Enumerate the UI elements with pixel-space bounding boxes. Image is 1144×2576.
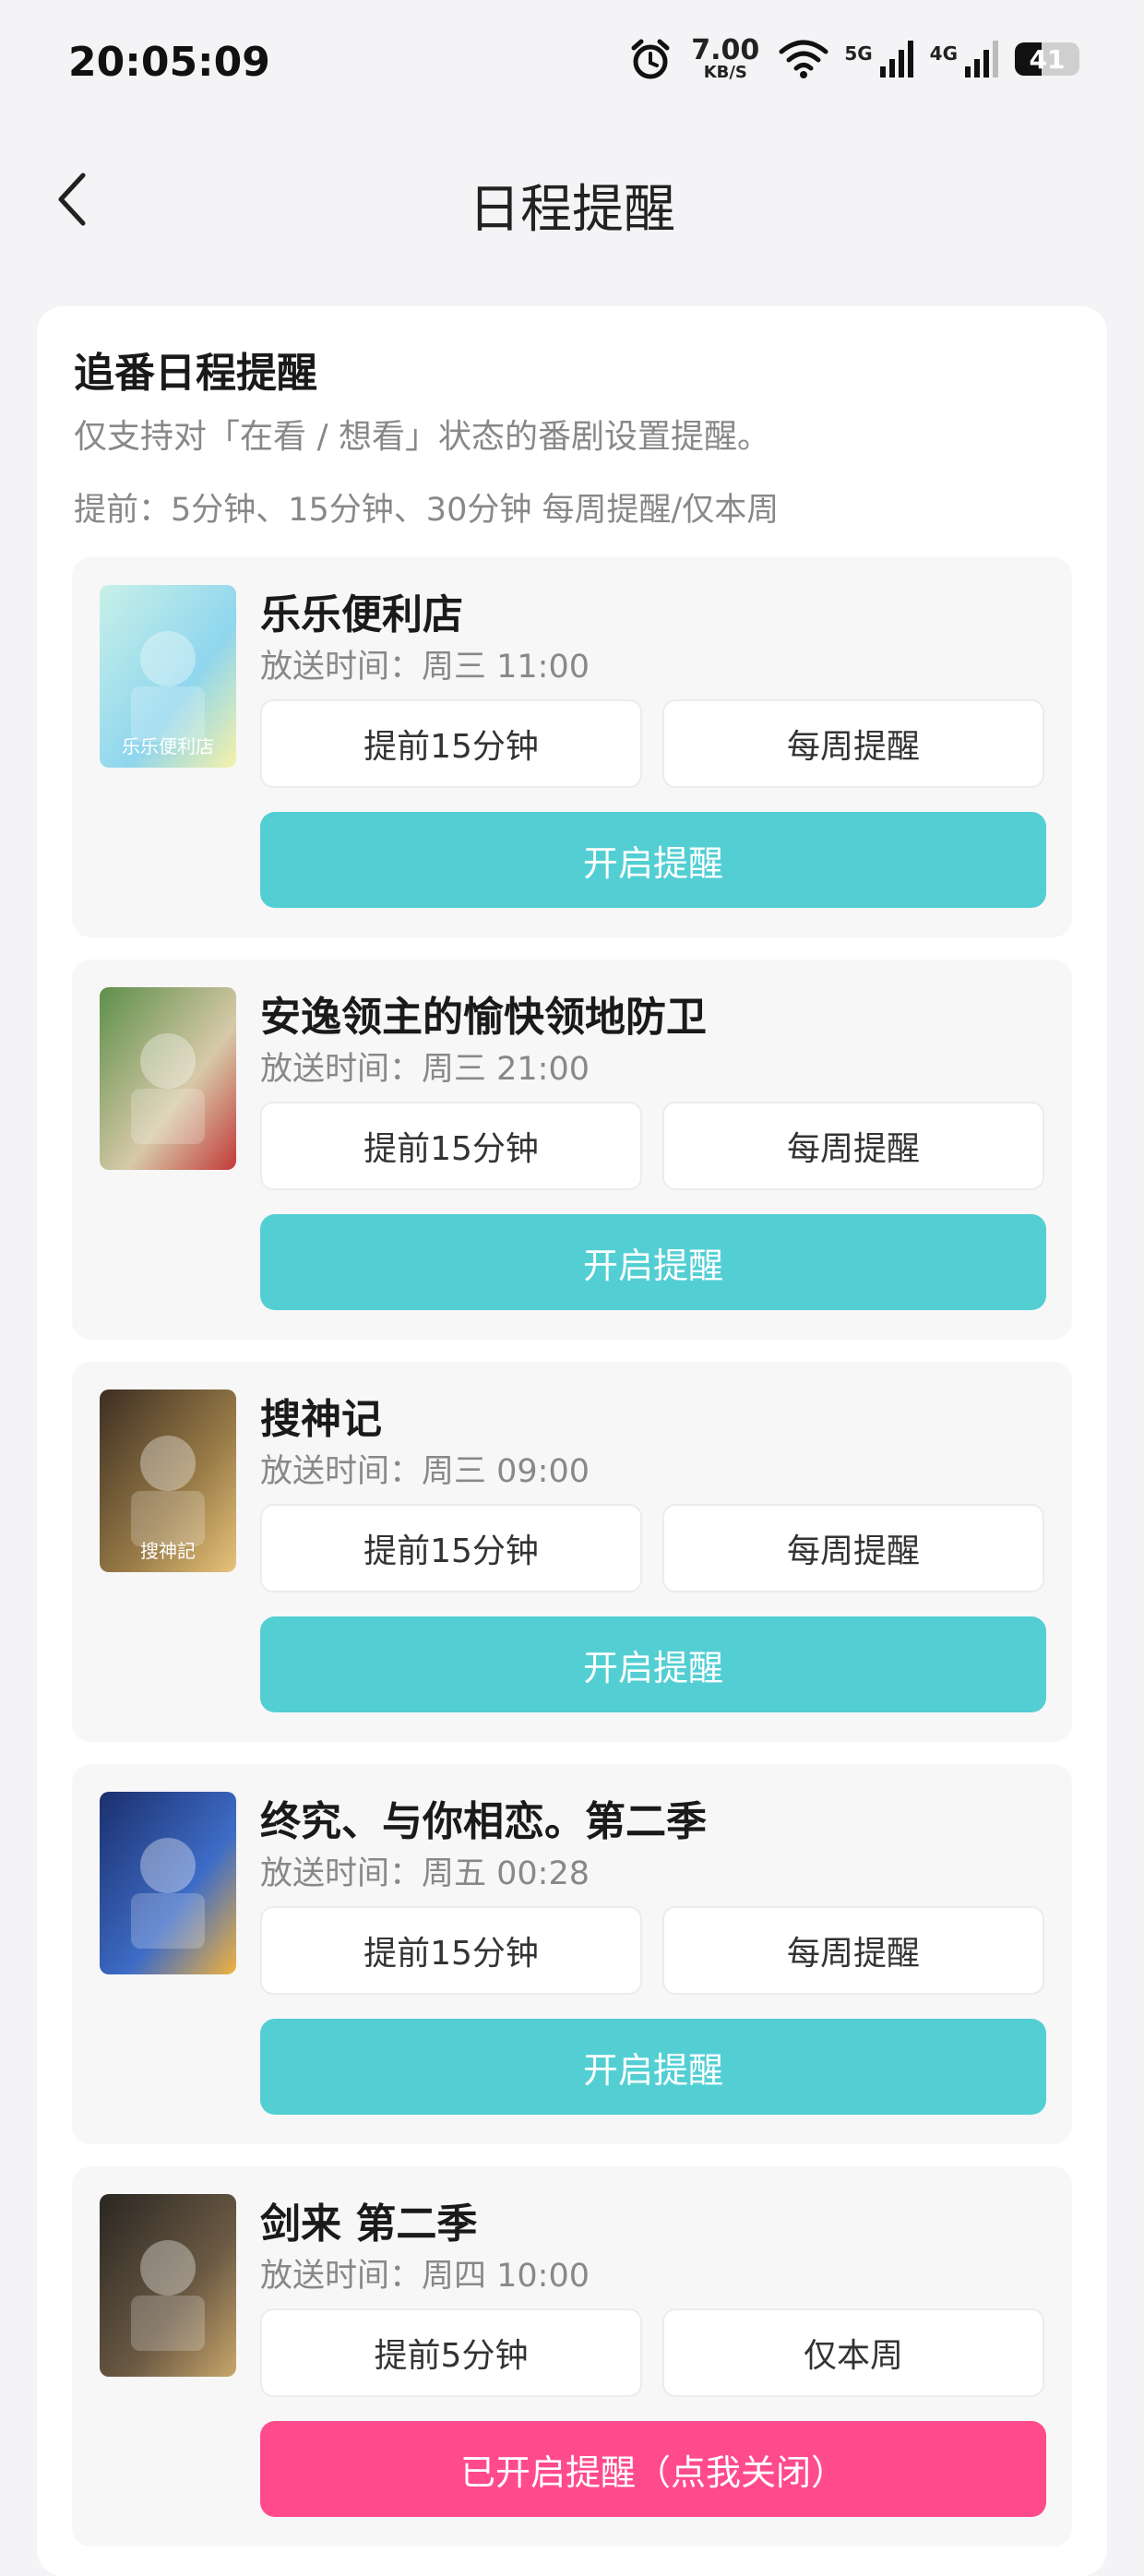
battery-icon: 41 bbox=[1015, 42, 1079, 76]
signal2-label: 4G bbox=[929, 42, 958, 65]
signal-icon bbox=[879, 41, 913, 78]
net-speed: 7.00 KB/S bbox=[691, 37, 759, 81]
page-title: 日程提醒 bbox=[469, 180, 675, 240]
show-cover bbox=[100, 2194, 236, 2377]
advance-option-button[interactable]: 提前15分钟 bbox=[260, 1102, 642, 1190]
show-name: 乐乐便利店 bbox=[260, 591, 463, 638]
panel-note: 提前：5分钟、15分钟、30分钟 每周提醒/仅本周 bbox=[74, 492, 780, 529]
show-cover: 乐乐便利店 bbox=[100, 585, 236, 768]
show-cover bbox=[100, 987, 236, 1170]
net-speed-unit: KB/S bbox=[703, 63, 747, 82]
show-name: 搜神记 bbox=[260, 1396, 382, 1443]
net-speed-value: 7.00 bbox=[691, 34, 760, 66]
show-name: 安逸领主的愉快领地防卫 bbox=[260, 994, 707, 1041]
show-airtime: 放送时间：周三 09:00 bbox=[260, 1453, 590, 1490]
show-card: 搜神記 搜神记放送时间：周三 09:00 提前15分钟 每周提醒开启提醒 bbox=[72, 1362, 1072, 1742]
show-card: 剑来 第二季放送时间：周四 10:00 提前5分钟 仅本周已开启提醒（点我关闭） bbox=[72, 2166, 1072, 2546]
enable-reminder-button[interactable]: 开启提醒 bbox=[260, 1616, 1046, 1712]
signal-icon bbox=[965, 41, 998, 78]
advance-option-button[interactable]: 提前15分钟 bbox=[260, 699, 642, 788]
show-card: 乐乐便利店 乐乐便利店 放送时间：周三 11:00 提前15分钟 每周提醒 开启提醒 bbox=[72, 557, 1072, 937]
svg-text:搜神記: 搜神記 bbox=[140, 1540, 196, 1562]
repeat-option-button[interactable]: 每周提醒 bbox=[662, 1504, 1044, 1592]
alarm-icon bbox=[631, 39, 670, 79]
enable-reminder-button[interactable]: 开启提醒 bbox=[260, 812, 1046, 908]
panel-title: 追番日程提醒 bbox=[74, 350, 317, 397]
enable-reminder-button[interactable]: 开启提醒 bbox=[260, 2019, 1046, 2115]
show-card: 安逸领主的愉快领地防卫放送时间：周三 21:00 提前15分钟 每周提醒开启提醒 bbox=[72, 960, 1072, 1340]
status-icons: 7.00 KB/S 5G 4G 41 bbox=[628, 37, 1079, 81]
advance-option-button[interactable]: 提前15分钟 bbox=[260, 1504, 642, 1592]
advance-option-button[interactable]: 提前15分钟 bbox=[260, 1906, 642, 1995]
advance-option-button[interactable]: 提前5分钟 bbox=[260, 2308, 642, 2397]
signal1-label: 5G bbox=[844, 42, 873, 65]
show-airtime: 放送时间：周五 00:28 bbox=[260, 1855, 590, 1892]
show-cover: 搜神記 bbox=[100, 1389, 236, 1572]
show-airtime: 放送时间：周三 11:00 bbox=[260, 649, 590, 686]
show-name: 终究、与你相恋。第二季 bbox=[260, 1798, 707, 1845]
nav-bar: 日程提醒 bbox=[0, 157, 1144, 240]
repeat-option-button[interactable]: 每周提醒 bbox=[662, 699, 1044, 788]
show-airtime: 放送时间：周四 10:00 bbox=[260, 2258, 590, 2295]
show-name: 剑来 第二季 bbox=[260, 2200, 478, 2248]
status-bar: 20:05:09 7.00 KB/S 5G 4G 41 bbox=[0, 0, 1144, 138]
panel-subtitle: 仅支持对「在看 / 想看」状态的番剧设置提醒。 bbox=[74, 418, 771, 456]
reminder-panel: 追番日程提醒 仅支持对「在看 / 想看」状态的番剧设置提醒。 提前：5分钟、15… bbox=[37, 306, 1107, 2576]
battery-level: 41 bbox=[1029, 44, 1066, 75]
repeat-option-button[interactable]: 每周提醒 bbox=[662, 1906, 1044, 1995]
repeat-option-button[interactable]: 每周提醒 bbox=[662, 1102, 1044, 1190]
show-cover bbox=[100, 1792, 236, 1974]
show-airtime: 放送时间：周三 21:00 bbox=[260, 1051, 590, 1088]
svg-text:乐乐便利店: 乐乐便利店 bbox=[122, 735, 214, 757]
disable-reminder-button[interactable]: 已开启提醒（点我关闭） bbox=[260, 2421, 1046, 2517]
show-card: 终究、与你相恋。第二季放送时间：周五 00:28 提前15分钟 每周提醒开启提醒 bbox=[72, 1764, 1072, 2144]
wifi-icon bbox=[779, 40, 828, 78]
status-time: 20:05:09 bbox=[68, 39, 270, 86]
repeat-option-button[interactable]: 仅本周 bbox=[662, 2308, 1044, 2397]
enable-reminder-button[interactable]: 开启提醒 bbox=[260, 1214, 1046, 1310]
